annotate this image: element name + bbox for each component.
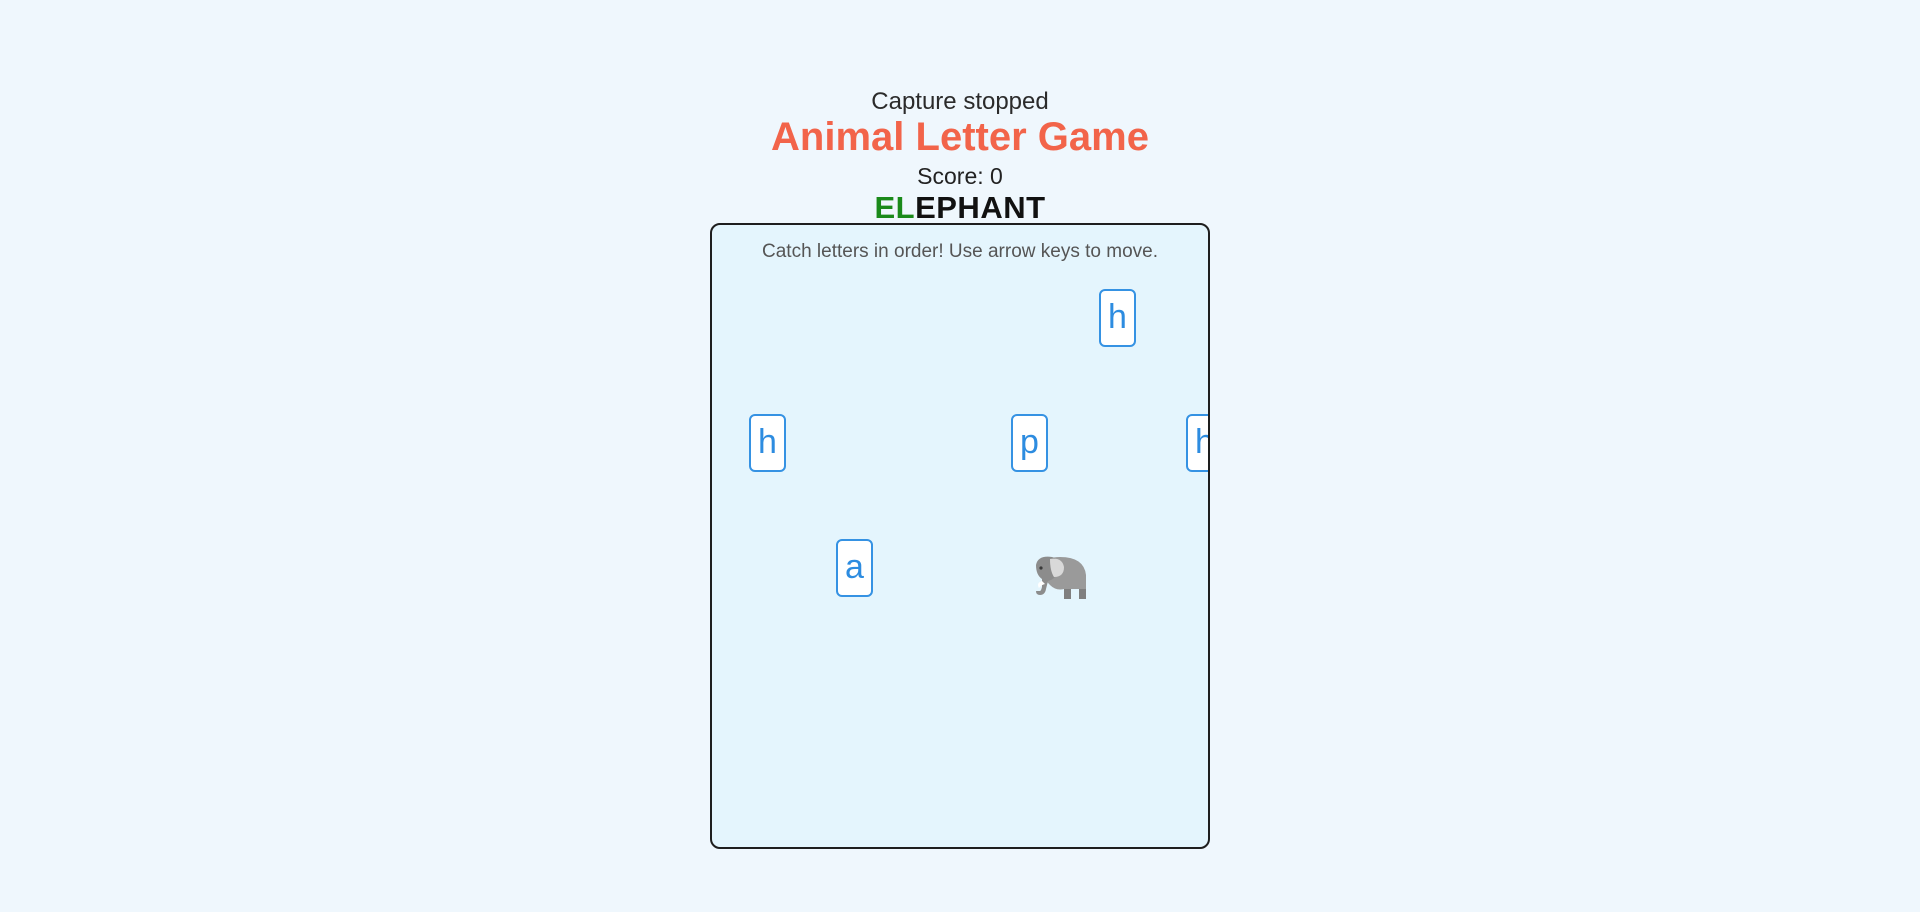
instructions: Catch letters in order! Use arrow keys t… xyxy=(762,241,1158,262)
falling-letter: p xyxy=(1011,414,1048,472)
falling-letter: h xyxy=(1099,289,1136,347)
target-word: ELEPHANT xyxy=(0,190,1920,226)
remaining-letters: EPHANT xyxy=(915,190,1046,225)
capture-status: Capture stopped xyxy=(871,88,1049,115)
caught-letters: EL xyxy=(874,190,916,225)
game-title: Animal Letter Game xyxy=(771,115,1149,159)
score-display: Score: 0 xyxy=(917,163,1003,189)
elephant-icon[interactable] xyxy=(1032,555,1088,605)
falling-letter: h xyxy=(749,414,786,472)
falling-letter: a xyxy=(836,539,873,597)
falling-letter: h xyxy=(1186,414,1208,472)
game-board[interactable]: Catch letters in order! Use arrow keys t… xyxy=(710,223,1210,849)
game-page: Capture stopped Animal Letter Game Score… xyxy=(0,0,1920,912)
